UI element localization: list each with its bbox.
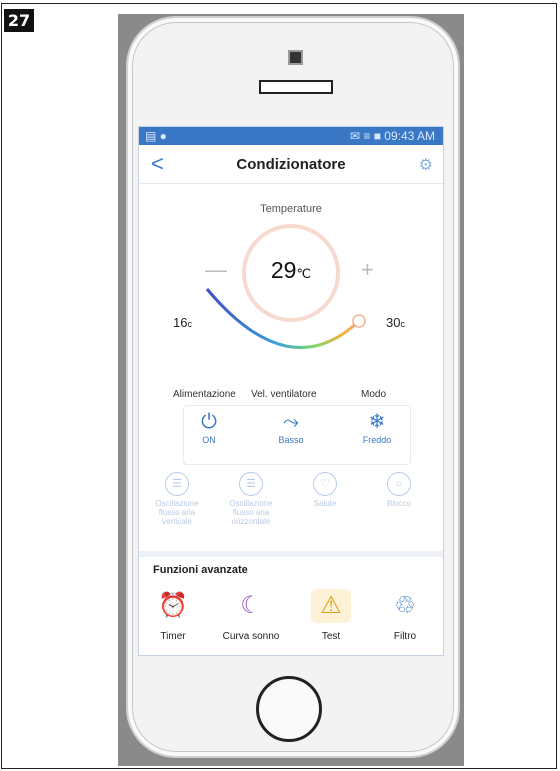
timer-label: Timer: [160, 631, 186, 642]
warning-icon: ⚠: [311, 589, 351, 623]
health-button[interactable]: ♡ Salute: [293, 472, 357, 508]
snowflake-icon: ❄: [368, 411, 386, 433]
app-header: < Condizionatore ⚙: [139, 147, 443, 184]
filter-icon: ♲: [394, 592, 416, 619]
health-icon: ♡: [313, 472, 337, 496]
min-unit: c: [187, 319, 192, 329]
power-value: ON: [202, 435, 216, 445]
mode-value: Freddo: [362, 435, 392, 445]
camera-icon: [288, 50, 303, 65]
moon-icon: ☾: [240, 592, 262, 619]
health-label: Salute: [313, 499, 337, 508]
max-value: 30: [386, 315, 401, 330]
mode-button[interactable]: ❄ Freddo: [349, 409, 405, 445]
home-button[interactable]: [256, 676, 322, 742]
temperature-value: 29℃: [242, 257, 340, 284]
increase-button[interactable]: +: [361, 257, 374, 283]
temperature-unit: ℃: [296, 266, 312, 281]
horizontal-swing-icon: ☰: [239, 472, 263, 496]
lock-button[interactable]: ○ Blocco: [367, 472, 431, 508]
advanced-functions-title: Funzioni avanzate: [153, 564, 248, 576]
vertical-swing-label: Oscillazione flusso aria verticale: [155, 499, 199, 526]
fan-speed-icon: ⤳: [283, 411, 299, 433]
fan-speed-heading: Vel. ventilatore: [251, 389, 317, 400]
min-temperature: 16c: [173, 315, 192, 330]
max-temperature: 30c: [386, 315, 405, 330]
speaker-grille: [259, 80, 333, 94]
max-unit: c: [400, 319, 405, 329]
notification-icons: ▤ ●: [145, 129, 167, 143]
app-screen: ▤ ● ✉ ≡ ■ 09:43 AM < Condizionatore ⚙ Te…: [138, 126, 444, 656]
clock-text: 09:43 AM: [384, 129, 435, 143]
status-bar: ▤ ● ✉ ≡ ■ 09:43 AM: [139, 127, 443, 145]
mode-heading: Modo: [361, 389, 387, 400]
lock-icon: ○: [387, 472, 411, 496]
sleep-curve-button[interactable]: ☾ Curva sonno: [221, 589, 281, 642]
figure-number: 27: [4, 9, 34, 32]
temperature-number: 29: [270, 257, 297, 283]
sleep-curve-label: Curva sonno: [222, 631, 280, 642]
power-icon: ⏻: [201, 411, 217, 433]
filter-button[interactable]: ♲ Filtro: [375, 589, 435, 642]
filter-label: Filtro: [393, 631, 417, 642]
slider-handle[interactable]: [352, 314, 366, 328]
fan-speed-button[interactable]: ⤳ Basso: [263, 409, 319, 445]
test-button[interactable]: ⚠ Test: [301, 589, 361, 642]
page-title: Condizionatore: [236, 156, 346, 173]
fan-speed-value: Basso: [278, 435, 304, 445]
temperature-label: Temperature: [260, 203, 322, 215]
min-value: 16: [173, 315, 188, 330]
power-button[interactable]: ⏻ ON: [181, 409, 237, 445]
decrease-button[interactable]: —: [205, 257, 227, 283]
test-label: Test: [321, 631, 341, 642]
lock-label: Blocco: [386, 499, 411, 508]
settings-icon[interactable]: ⚙: [419, 155, 433, 175]
status-time: ✉ ≡ ■ 09:43 AM: [350, 129, 435, 143]
timer-button[interactable]: ⏰ Timer: [143, 589, 203, 642]
horizontal-swing-button[interactable]: ☰ Oscillazione flusso aria orizzontale: [219, 472, 283, 526]
signal-icons: ✉ ≡ ■: [349, 129, 381, 143]
section-divider: [139, 551, 443, 557]
power-heading: Alimentazione: [173, 389, 236, 400]
vertical-swing-icon: ☰: [165, 472, 189, 496]
vertical-swing-button[interactable]: ☰ Oscillazione flusso aria verticale: [145, 472, 209, 526]
horizontal-swing-label: Oscillazione flusso aria orizzontale: [229, 499, 273, 526]
alarm-clock-icon: ⏰: [158, 592, 188, 619]
